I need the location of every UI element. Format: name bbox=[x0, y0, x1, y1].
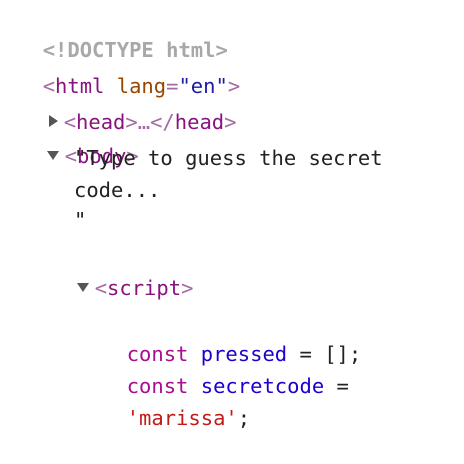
head-close-bracket: > bbox=[224, 110, 237, 134]
text-node-line-2[interactable]: code... bbox=[74, 174, 160, 206]
secret-string-literal: 'marissa' bbox=[126, 406, 238, 430]
code-line-1[interactable]: const pressed = []; bbox=[102, 306, 362, 366]
head-close-tag-name: head bbox=[174, 110, 225, 134]
body-node-line[interactable]: <body> bbox=[22, 108, 139, 168]
script-tag-name: script bbox=[107, 276, 182, 300]
text-node-line-1[interactable]: "Type to guess the secret bbox=[74, 142, 383, 174]
code-line-3[interactable]: 'marissa'; bbox=[102, 370, 250, 430]
collapse-arrow-icon[interactable] bbox=[46, 150, 59, 160]
html-open-line[interactable]: <html lang="en"> bbox=[18, 38, 241, 98]
script-close-bracket: > bbox=[181, 276, 194, 300]
assign-operator: = bbox=[336, 374, 349, 398]
script-node-line[interactable]: <script> bbox=[52, 240, 193, 300]
collapse-arrow-icon[interactable] bbox=[76, 282, 89, 292]
semicolon: ; bbox=[237, 406, 251, 430]
script-open-bracket: < bbox=[94, 276, 108, 300]
code-line-2[interactable]: const secretcode = bbox=[102, 338, 349, 398]
doctype-line: <!DOCTYPE html> bbox=[18, 2, 228, 62]
text-node-line-3[interactable]: " bbox=[74, 204, 86, 236]
head-node-line[interactable]: <head>…</head> bbox=[24, 74, 237, 134]
